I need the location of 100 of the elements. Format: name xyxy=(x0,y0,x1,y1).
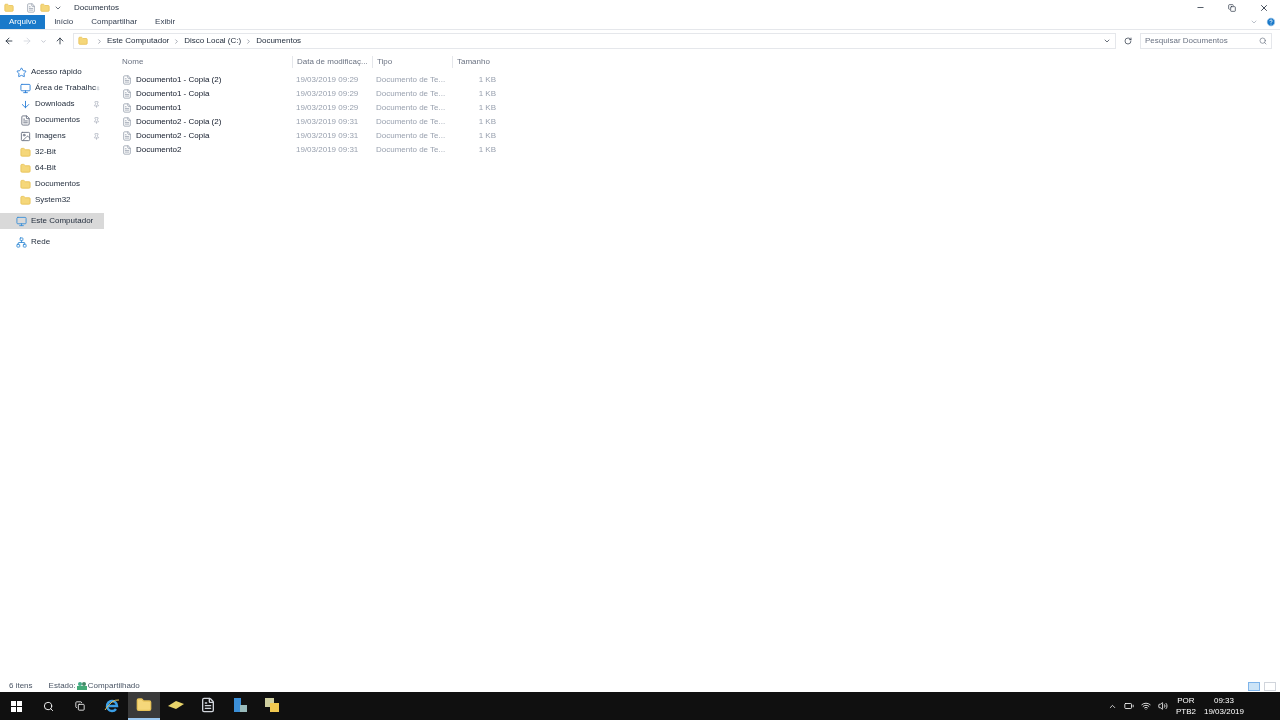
network-icon[interactable] xyxy=(1140,701,1151,711)
sidebar-item[interactable]: Downloads xyxy=(0,96,104,112)
files-icon xyxy=(264,697,280,713)
battery-icon[interactable] xyxy=(1123,701,1134,711)
file-icon xyxy=(122,131,132,141)
server-icon xyxy=(232,697,248,713)
column-header[interactable]: Nome xyxy=(118,56,292,68)
table-cell-text: Documento de Te... xyxy=(375,144,447,156)
folder-icon xyxy=(20,178,31,190)
address-bar[interactable]: Este Computador Disco Local (C:) Documentos xyxy=(73,33,1116,49)
sidebar-item[interactable]: Rede xyxy=(0,234,104,250)
sidebar-item[interactable]: 32-Bit xyxy=(0,144,104,160)
search-icon xyxy=(1259,37,1267,45)
clock-time[interactable]: 09:33 xyxy=(1213,695,1234,706)
column-header[interactable]: Tipo xyxy=(372,56,452,68)
table-cell-text: 1 KB xyxy=(477,74,497,86)
table-cell-text: 19/03/2019 09:29 xyxy=(295,102,360,114)
file-icon xyxy=(122,145,132,155)
column-header[interactable]: Data de modificaç... xyxy=(292,56,372,68)
table-cell-text: 1 KB xyxy=(477,102,497,114)
table-cell-text: 19/03/2019 09:31 xyxy=(295,116,360,128)
language-code[interactable]: POR xyxy=(1177,695,1195,706)
breadcrumb-item[interactable]: Disco Local (C:) xyxy=(184,35,242,47)
table-cell-text: 19/03/2019 09:31 xyxy=(295,144,360,156)
sidebar-label: Documentos xyxy=(35,178,81,190)
document-icon xyxy=(20,114,31,126)
sidebar-item[interactable]: Acesso rápido xyxy=(0,64,104,80)
table-cell-text: 19/03/2019 09:31 xyxy=(295,130,360,142)
folder-icon xyxy=(20,194,31,206)
taskbar-app[interactable] xyxy=(128,692,160,720)
task-view-icon xyxy=(75,701,85,711)
table-cell-text: 19/03/2019 09:29 xyxy=(295,88,360,100)
speaker-icon[interactable] xyxy=(1157,701,1168,711)
window-title: Documentos xyxy=(74,1,119,14)
table-cell-text: 1 KB xyxy=(477,116,497,128)
column-header[interactable]: Tamanho xyxy=(452,56,500,68)
file-name[interactable]: Documento2 xyxy=(136,144,182,156)
search-field[interactable]: Pesquisar Documentos xyxy=(1140,33,1272,49)
star-icon xyxy=(16,66,27,78)
file-name[interactable]: Documento1 - Copia xyxy=(136,88,210,100)
eraser-icon xyxy=(167,700,185,710)
ribbon-tab[interactable]: Exibir xyxy=(146,15,185,29)
table-cell-text: Documento de Te... xyxy=(375,88,447,100)
sidebar-item[interactable]: Este Computador xyxy=(0,213,104,229)
properties-icon xyxy=(26,2,36,13)
sidebar-item[interactable]: Documentos xyxy=(0,176,104,192)
keyboard-layout[interactable]: PTB2 xyxy=(1175,706,1196,717)
file-icon xyxy=(122,89,132,99)
sidebar-label: System32 xyxy=(35,194,72,206)
sidebar-label: Área de Trabalhc xyxy=(35,82,96,94)
sidebar-item[interactable]: Documentos xyxy=(0,112,104,128)
chevron-icon xyxy=(245,37,253,45)
ribbon-tab[interactable]: Compartilhar xyxy=(82,15,147,29)
ribbon-tab[interactable]: Arquivo xyxy=(0,15,46,29)
back-icon[interactable] xyxy=(4,36,14,46)
monitor-icon xyxy=(20,82,31,94)
table-cell-text: 1 KB xyxy=(477,130,497,142)
breadcrumb-item[interactable]: Este Computador xyxy=(107,35,170,47)
status-value: Compartilhado xyxy=(87,680,140,692)
sidebar-item[interactable]: Imagens xyxy=(0,128,104,144)
sidebar-item[interactable]: 64-Bit xyxy=(0,160,104,176)
computer-icon xyxy=(16,215,27,227)
folder-icon xyxy=(78,36,88,46)
chevron-icon xyxy=(173,37,181,45)
help-icon[interactable] xyxy=(1266,17,1276,27)
sidebar-label: Rede xyxy=(31,236,52,248)
sidebar-label: 32-Bit xyxy=(35,146,57,158)
close-icon xyxy=(1259,2,1269,13)
breadcrumb-item[interactable]: Documentos xyxy=(256,35,302,47)
sidebar-label: Documentos xyxy=(35,114,81,126)
search-icon xyxy=(42,700,54,712)
sidebar-item[interactable]: Área de Trabalhc xyxy=(0,80,104,96)
up-icon[interactable] xyxy=(55,36,65,46)
file-icon xyxy=(122,117,132,127)
folder-icon xyxy=(20,146,31,158)
chevron-icon xyxy=(96,37,103,45)
file-name[interactable]: Documento1 - Copia (2) xyxy=(136,74,222,86)
table-cell-text: Documento de Te... xyxy=(375,130,447,142)
refresh-icon[interactable] xyxy=(1124,37,1132,45)
table-cell-text: 1 KB xyxy=(477,144,497,156)
file-name[interactable]: Documento2 - Copia xyxy=(136,130,210,142)
document-icon xyxy=(200,697,216,713)
table-cell-text: 1 KB xyxy=(477,88,497,100)
folder-icon xyxy=(4,2,14,13)
file-name[interactable]: Documento2 - Copia (2) xyxy=(136,116,222,128)
history-icon[interactable] xyxy=(1103,37,1111,45)
clock-date[interactable]: 19/03/2019 xyxy=(1203,706,1244,717)
status-label: Estado: xyxy=(48,680,76,692)
ribbon-tab[interactable]: Início xyxy=(45,15,83,29)
table-cell-text: Documento de Te... xyxy=(375,74,447,86)
search-input[interactable]: Pesquisar Documentos xyxy=(1145,35,1259,47)
sidebar-item[interactable]: System32 xyxy=(0,192,104,208)
folder-icon xyxy=(20,162,31,174)
network-icon xyxy=(16,236,27,248)
sidebar-label: Acesso rápido xyxy=(31,66,83,78)
windows-icon xyxy=(10,700,22,712)
file-name[interactable]: Documento1 xyxy=(136,102,182,114)
new-folder-icon xyxy=(40,2,50,13)
sidebar-label: 64-Bit xyxy=(35,162,57,174)
table-cell-text: Documento de Te... xyxy=(375,102,447,114)
